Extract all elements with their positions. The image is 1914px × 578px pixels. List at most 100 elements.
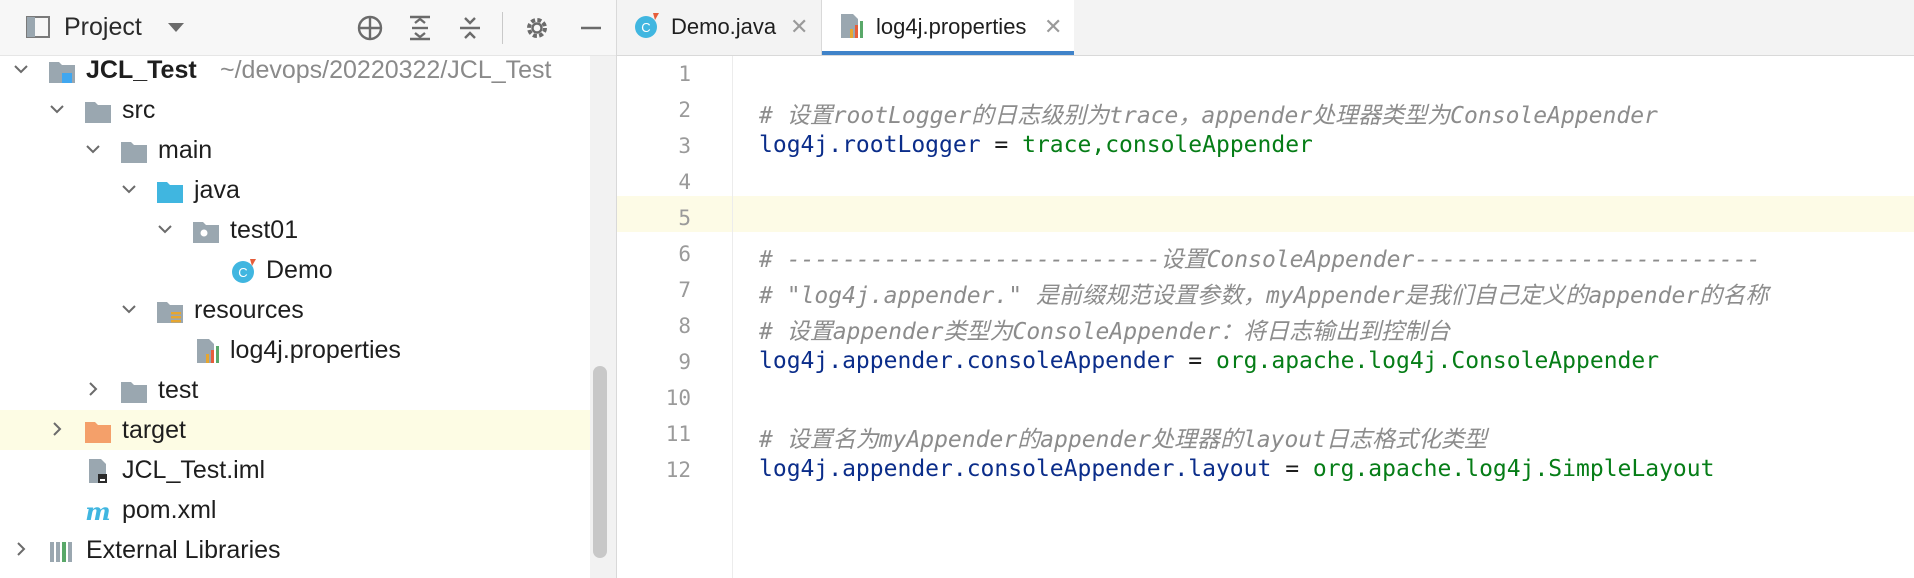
tree-item-label: test01 (230, 216, 299, 244)
tree-item-test01[interactable]: test01 (0, 210, 590, 250)
locate-icon[interactable] (355, 13, 385, 43)
tree-item-jcl-test-iml[interactable]: JCL_Test.iml (0, 450, 590, 490)
code-line[interactable]: # ---------------------------设置ConsoleAp… (733, 232, 1914, 273)
close-icon[interactable]: ✕ (790, 14, 808, 40)
line-number: 6 (678, 242, 691, 266)
expand-all-icon[interactable] (405, 13, 435, 43)
tree-item-src[interactable]: src (0, 90, 590, 130)
properties-file-icon (197, 339, 219, 363)
tree-item-demo[interactable]: C Demo (0, 250, 590, 290)
line-number: 4 (678, 170, 691, 194)
close-icon[interactable]: ✕ (1044, 14, 1062, 40)
iml-file-icon (89, 459, 107, 483)
chevron-down-icon[interactable] (122, 302, 136, 316)
java-class-icon: C (635, 13, 659, 38)
token-val: trace,consoleAppender (1022, 132, 1313, 158)
collapse-all-icon[interactable] (455, 13, 485, 43)
tree-item-test[interactable]: test (0, 370, 590, 410)
gear-icon[interactable] (522, 13, 552, 43)
tree-item-label: src (122, 96, 156, 124)
folder-icon (121, 382, 147, 403)
folder-icon (85, 102, 111, 123)
maven-icon: m (85, 498, 110, 524)
line-number: 11 (665, 422, 691, 446)
line-number: 1 (678, 62, 691, 86)
chevron-right-icon[interactable] (14, 542, 28, 556)
library-icon (50, 542, 72, 562)
minimize-icon[interactable] (576, 13, 606, 43)
project-title[interactable]: Project (64, 13, 142, 42)
token-key: log4j.rootLogger (759, 132, 981, 158)
tree-item-main[interactable]: main (0, 130, 590, 170)
chevron-down-icon[interactable] (168, 23, 184, 32)
line-number: 7 (678, 278, 691, 302)
token-key: log4j.appender.consoleAppender (759, 348, 1175, 374)
tree-item-label: JCL_Test (86, 56, 197, 84)
code-area[interactable]: # 设置rootLogger的日志级别为trace，appender处理器类型为… (733, 56, 1914, 578)
tree-item-external-libraries[interactable]: External Libraries (0, 530, 590, 570)
tab-label: log4j.properties (876, 14, 1027, 39)
line-number: 12 (665, 458, 691, 482)
code-line[interactable]: # "log4j.appender." 是前缀规范设置参数，myAppender… (733, 268, 1914, 309)
tree-item-label: Demo (266, 256, 333, 284)
tree-item-label: target (122, 416, 186, 444)
chevron-right-icon[interactable] (86, 382, 100, 396)
tree-item-pom-xml[interactable]: m pom.xml (0, 490, 590, 530)
caret-line[interactable] (733, 196, 1914, 232)
java-class-icon: C (232, 259, 256, 283)
line-number: 8 (678, 314, 691, 338)
package-icon (193, 222, 219, 243)
code-line[interactable] (733, 160, 1914, 196)
project-tree: JCL_Test ~/devops/20220322/JCL_Test src … (0, 56, 590, 578)
chevron-down-icon[interactable] (50, 102, 64, 116)
code-line[interactable]: log4j.rootLogger = trace,consoleAppender (733, 124, 1914, 160)
tree-item-java[interactable]: java (0, 170, 590, 210)
code-line-text: log4j.appender.consoleAppender = org.apa… (759, 348, 1659, 374)
code-line[interactable]: # 设置appender类型为ConsoleAppender：将日志输出到控制台 (733, 304, 1914, 345)
tab-log4j-properties[interactable]: log4j.properties ✕ (822, 0, 1074, 55)
tree-item-label: main (158, 136, 213, 164)
module-folder-icon (49, 62, 75, 83)
project-header: Project (0, 0, 616, 56)
tree-item-target[interactable]: target (0, 410, 590, 450)
chevron-down-icon[interactable] (86, 142, 100, 156)
excluded-folder-icon (85, 422, 111, 443)
tree-item-jcl-test[interactable]: JCL_Test ~/devops/20220322/JCL_Test (0, 50, 590, 90)
code-line[interactable]: log4j.appender.consoleAppender = org.apa… (733, 340, 1914, 376)
tab-demo-java[interactable]: C Demo.java ✕ (617, 0, 822, 55)
tree-item-label: log4j.properties (230, 336, 401, 364)
code-line[interactable] (733, 376, 1914, 412)
token-key: log4j.appender.consoleAppender.layout (759, 456, 1272, 482)
chevron-right-icon[interactable] (50, 422, 64, 436)
line-number: 2 (678, 98, 691, 122)
token-val: org.apache.log4j.SimpleLayout (1312, 456, 1715, 482)
line-number: 3 (678, 134, 691, 158)
tree-item-log4j-properties[interactable]: log4j.properties (0, 330, 590, 370)
code-line[interactable] (733, 52, 1914, 88)
code-line[interactable]: # 设置rootLogger的日志级别为trace，appender处理器类型为… (733, 88, 1914, 129)
chevron-down-icon[interactable] (122, 182, 136, 196)
svg-text:m: m (85, 498, 110, 524)
code-line[interactable]: log4j.appender.consoleAppender.layout = … (733, 448, 1914, 484)
code-line[interactable]: # 设置名为myAppender的appender处理器的layout日志格式化… (733, 412, 1914, 453)
svg-text:C: C (238, 265, 247, 280)
line-number: 5 (678, 206, 691, 230)
tree-item-label: JCL_Test.iml (122, 456, 266, 484)
properties-file-icon (841, 14, 863, 38)
chevron-down-icon[interactable] (14, 62, 28, 76)
tab-label: Demo.java (671, 14, 777, 39)
project-scrollbar-thumb[interactable] (593, 366, 607, 558)
code-line-text: log4j.rootLogger = trace,consoleAppender (759, 132, 1313, 158)
tree-item-resources[interactable]: resources (0, 290, 590, 330)
tree-item-label: java (194, 176, 240, 204)
source-folder-icon (157, 182, 183, 203)
tree-item-label: External Libraries (86, 536, 281, 564)
tree-item-label: test (158, 376, 199, 404)
editor: C Demo.java ✕ log4j.properties ✕ 1234567… (617, 0, 1914, 578)
line-number-gutter[interactable]: 1 2 3 4 5 6 7 8 9 10 11 12 (617, 56, 733, 578)
chevron-down-icon[interactable] (158, 222, 172, 236)
tree-item-label: pom.xml (122, 496, 217, 524)
token-val: org.apache.log4j.ConsoleAppender (1215, 348, 1660, 374)
folder-icon (121, 142, 147, 163)
token-eq: = (980, 132, 1023, 158)
